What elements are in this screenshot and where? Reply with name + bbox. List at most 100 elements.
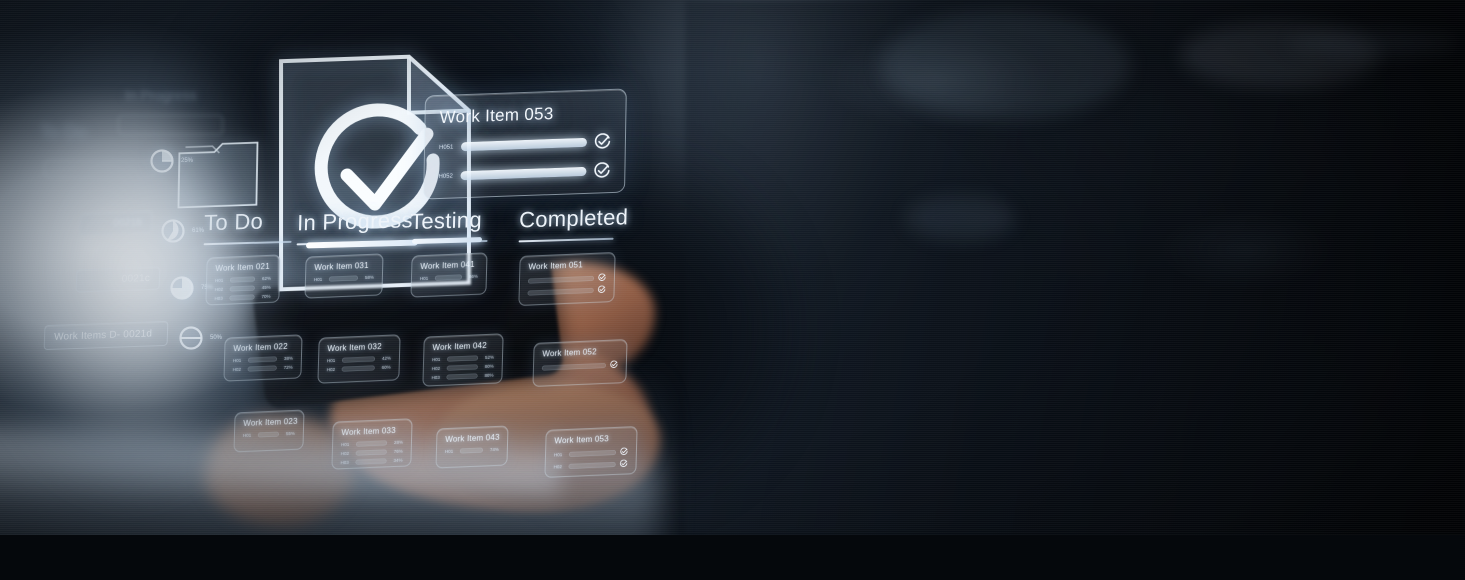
pie-value-1: 25% xyxy=(181,158,194,164)
bar-track xyxy=(257,431,279,438)
card-todo-1[interactable]: Work Item 022 H01 38% H02 72% xyxy=(223,334,303,382)
bar-percent: 76% xyxy=(393,448,403,455)
bar-label: H01 xyxy=(419,275,429,282)
card-todo-0[interactable]: Work Item 021 H01 62% H02 45% H03 70% xyxy=(205,254,281,306)
bar-track xyxy=(229,276,256,283)
pie-value-4: 50% xyxy=(210,335,223,341)
card-bar-row: H01 58% xyxy=(314,275,374,283)
card-title: Work Item 042 xyxy=(432,340,487,353)
bar-label: H01 xyxy=(242,432,252,439)
column-header-todo[interactable]: To Do xyxy=(203,208,293,246)
bar-percent: 28% xyxy=(393,439,404,446)
pie-chart-icon-2[interactable]: 61% xyxy=(160,218,204,244)
card-completed-0[interactable]: Work Item 051 xyxy=(518,251,616,307)
bar-percent: 58% xyxy=(364,274,374,281)
bar-track xyxy=(568,461,616,469)
bar-percent: 88% xyxy=(484,372,494,379)
card-bar-row: H01 55% xyxy=(243,431,295,438)
bar-percent: 60% xyxy=(381,364,391,371)
hologram-layer: In Progress To Do 25% 61% 50% 0021b 0021… xyxy=(0,0,1465,535)
ghost-label-to-do: To Do xyxy=(40,122,88,142)
card-testing-1[interactable]: Work Item 042 H01 52% H02 80% H03 88% xyxy=(422,333,504,387)
bar-label: H02 xyxy=(214,286,224,293)
bar-label: H01 xyxy=(340,441,350,448)
card-completed-1[interactable]: Work Item 052 xyxy=(532,338,628,388)
detail-progress-row: H052 xyxy=(438,162,610,185)
bar-label: H02 xyxy=(340,450,350,457)
tag-0021c[interactable]: 0021c xyxy=(75,266,161,293)
card-bar-row xyxy=(527,273,606,284)
bar-track xyxy=(568,449,617,457)
check-circle-icon xyxy=(598,285,606,293)
tag-work-items-d-0021d[interactable]: Work Items D- 0021d xyxy=(43,320,169,351)
bar-track xyxy=(355,440,388,447)
bar-track xyxy=(328,275,358,282)
bar-track xyxy=(341,365,375,372)
bar-track xyxy=(446,364,478,371)
bar-percent: 38% xyxy=(283,355,294,362)
card-title: Work Item 041 xyxy=(420,259,475,272)
bar-percent: 70% xyxy=(261,293,271,300)
bar-label: H01 xyxy=(326,357,336,364)
bar-label: H02 xyxy=(232,366,242,373)
bar-percent: 42% xyxy=(381,355,392,362)
column-header-completed[interactable]: Completed xyxy=(518,204,629,243)
card-bar-row: H02 76% xyxy=(341,449,403,457)
card-title: Work Item 031 xyxy=(314,260,369,273)
card-bar-row: H02 45% xyxy=(215,285,271,292)
bar-track xyxy=(459,447,483,454)
card-todo-2[interactable]: Work Item 023 H01 55% xyxy=(233,409,305,453)
pie-value-2: 61% xyxy=(192,228,205,234)
ghost-panel-2 xyxy=(44,160,154,178)
card-title: Work Item 032 xyxy=(327,342,382,354)
bar-percent: 80% xyxy=(484,363,494,370)
card-testing-0[interactable]: Work Item 041 H01 66% xyxy=(410,252,488,298)
card-title: Work Item 053 xyxy=(554,434,609,446)
card-bar-row: H01 52% xyxy=(432,355,494,363)
card-completed-2[interactable]: Work Item 053 H01 H02 xyxy=(544,426,638,478)
bar-track xyxy=(434,274,462,281)
bar-track xyxy=(355,449,387,456)
bar-label: H01 xyxy=(214,277,224,284)
card-inprogress-0[interactable]: Work Item 031 H01 58% xyxy=(304,253,384,299)
bar-track xyxy=(446,373,478,380)
card-bar-row: H02 xyxy=(554,459,628,470)
bar-track xyxy=(247,356,278,363)
work-item-detail-card[interactable]: Work Item 053 H051 H052 xyxy=(423,88,627,200)
column-rule-completed xyxy=(518,237,614,243)
card-bar-row: H03 70% xyxy=(214,294,270,301)
check-circle-icon[interactable] xyxy=(593,162,610,180)
card-inprogress-2[interactable]: Work Item 033 H01 28% H02 76% H03 34% xyxy=(331,418,413,470)
card-bar-row xyxy=(527,285,606,296)
bar-track xyxy=(355,458,387,465)
bar-label: H03 xyxy=(214,295,223,302)
column-label-completed: Completed xyxy=(518,204,629,233)
bar-percent: 72% xyxy=(283,364,293,371)
card-title: Work Item 051 xyxy=(528,260,583,272)
card-inprogress-1[interactable]: Work Item 032 H01 42% H02 60% xyxy=(317,334,401,384)
check-circle-icon xyxy=(619,459,628,467)
bar-track xyxy=(527,287,594,296)
card-bar-row: H01 74% xyxy=(445,447,499,454)
detail-bar-track xyxy=(460,137,588,152)
check-circle-icon[interactable] xyxy=(594,133,611,151)
bar-track xyxy=(541,362,606,371)
bar-percent: 34% xyxy=(393,457,403,464)
bar-track xyxy=(247,365,277,372)
pie-chart-icon-4[interactable]: 50% xyxy=(178,325,222,351)
column-label-testing: Testing xyxy=(409,207,483,235)
ghost-panel-1 xyxy=(118,115,223,135)
card-testing-2[interactable]: Work Item 043 H01 74% xyxy=(435,425,509,469)
bar-percent: 74% xyxy=(489,446,499,453)
card-bar-row: H02 72% xyxy=(233,365,293,373)
bar-label: H01 xyxy=(431,356,441,363)
card-bar-row: H02 80% xyxy=(432,364,494,372)
pie-chart-icon-1[interactable]: 25% xyxy=(149,148,193,174)
detail-progress-row: H051 xyxy=(439,133,611,156)
card-title: Work Item 021 xyxy=(215,261,270,274)
check-circle-icon xyxy=(620,447,628,455)
tag-0021b[interactable]: 0021b xyxy=(79,210,153,236)
bar-percent: 62% xyxy=(261,275,272,282)
bar-label: H02 xyxy=(431,365,441,372)
bar-label: H01 xyxy=(313,276,323,283)
